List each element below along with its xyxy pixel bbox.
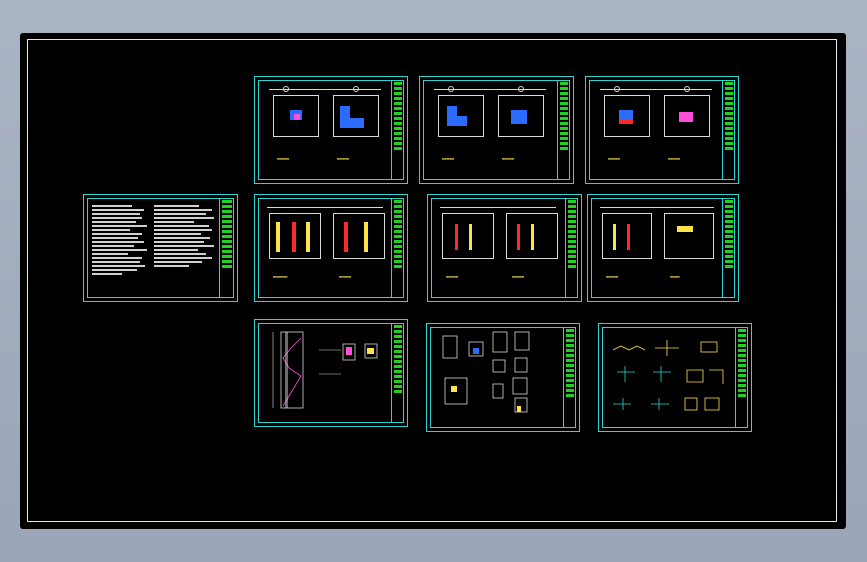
- grid-bubble: [614, 86, 620, 92]
- drawing-caption: ▬▬▬▬▬: [337, 156, 350, 161]
- title-block: [722, 198, 735, 298]
- plan-sheet-2[interactable]: ▬▬▬▬▬ ▬▬▬▬▬: [419, 76, 574, 184]
- grid-bubble: [283, 86, 289, 92]
- notes-sheet[interactable]: [83, 194, 238, 302]
- grid-bubble: [448, 86, 454, 92]
- drawing-caption: ▬▬▬▬▬: [608, 156, 621, 161]
- floor-plan: [438, 95, 484, 137]
- floor-plan: [664, 95, 710, 137]
- plan-sheet-4[interactable]: ▬▬▬▬▬▬ ▬▬▬▬▬: [254, 194, 408, 302]
- drawing-caption: ▬▬▬▬▬: [442, 156, 455, 161]
- title-block: [565, 198, 578, 298]
- title-block: [563, 327, 576, 428]
- detail-drawings: [442, 331, 530, 413]
- dimension-line: [267, 207, 383, 208]
- plan-sheet-5[interactable]: ▬▬▬▬▬ ▬▬▬▬▬: [427, 194, 582, 302]
- grid-bubble: [353, 86, 359, 92]
- cad-model-space[interactable]: ▬▬▬▬▬ ▬▬▬▬▬ ▬▬▬▬▬ ▬▬▬▬▬ ▬▬▬▬▬ ▬▬▬▬▬ ▬▬▬▬…: [20, 33, 846, 529]
- floor-plan: [273, 95, 319, 137]
- title-block: [391, 198, 404, 298]
- floor-plan: [604, 95, 650, 137]
- detail-drawings: [612, 340, 724, 411]
- title-block: [735, 327, 748, 428]
- stair-section-drawing: [272, 331, 378, 409]
- dimension-line: [600, 207, 714, 208]
- drawing-caption: ▬▬▬▬▬: [502, 156, 515, 161]
- notes-text-block: [92, 203, 147, 277]
- drawing-caption: ▬▬▬▬: [670, 274, 680, 279]
- structure-plan: [333, 213, 385, 259]
- plan-sheet-3[interactable]: ▬▬▬▬▬ ▬▬▬▬▬: [585, 76, 739, 184]
- plan-sheet-6[interactable]: ▬▬▬▬▬ ▬▬▬▬: [587, 194, 739, 302]
- structure-plan: [664, 213, 714, 259]
- title-block: [722, 80, 735, 180]
- drawing-caption: ▬▬▬▬▬: [668, 156, 681, 161]
- floor-plan: [498, 95, 544, 137]
- drawing-caption: ▬▬▬▬▬: [277, 156, 290, 161]
- structure-plan: [506, 213, 558, 259]
- title-block: [391, 323, 404, 423]
- structure-plan: [269, 213, 321, 259]
- detail-sheet-2[interactable]: [598, 323, 752, 432]
- grid-bubble: [684, 86, 690, 92]
- structure-plan: [442, 213, 494, 259]
- stair-sheet[interactable]: [254, 319, 408, 427]
- drawing-caption: ▬▬▬▬▬: [339, 274, 352, 279]
- drawing-caption: ▬▬▬▬▬: [446, 274, 459, 279]
- title-block: [219, 198, 234, 298]
- notes-text-block: [154, 203, 214, 269]
- grid-bubble: [518, 86, 524, 92]
- title-block: [557, 80, 570, 180]
- detail-sheet-1[interactable]: [426, 323, 580, 432]
- dimension-line: [440, 207, 556, 208]
- structure-plan: [602, 213, 652, 259]
- title-block: [391, 80, 404, 180]
- floor-plan: [333, 95, 379, 137]
- drawing-caption: ▬▬▬▬▬: [512, 274, 525, 279]
- plan-sheet-1[interactable]: ▬▬▬▬▬ ▬▬▬▬▬: [254, 76, 408, 184]
- drawing-caption: ▬▬▬▬▬▬: [273, 274, 288, 279]
- drawing-caption: ▬▬▬▬▬: [606, 274, 619, 279]
